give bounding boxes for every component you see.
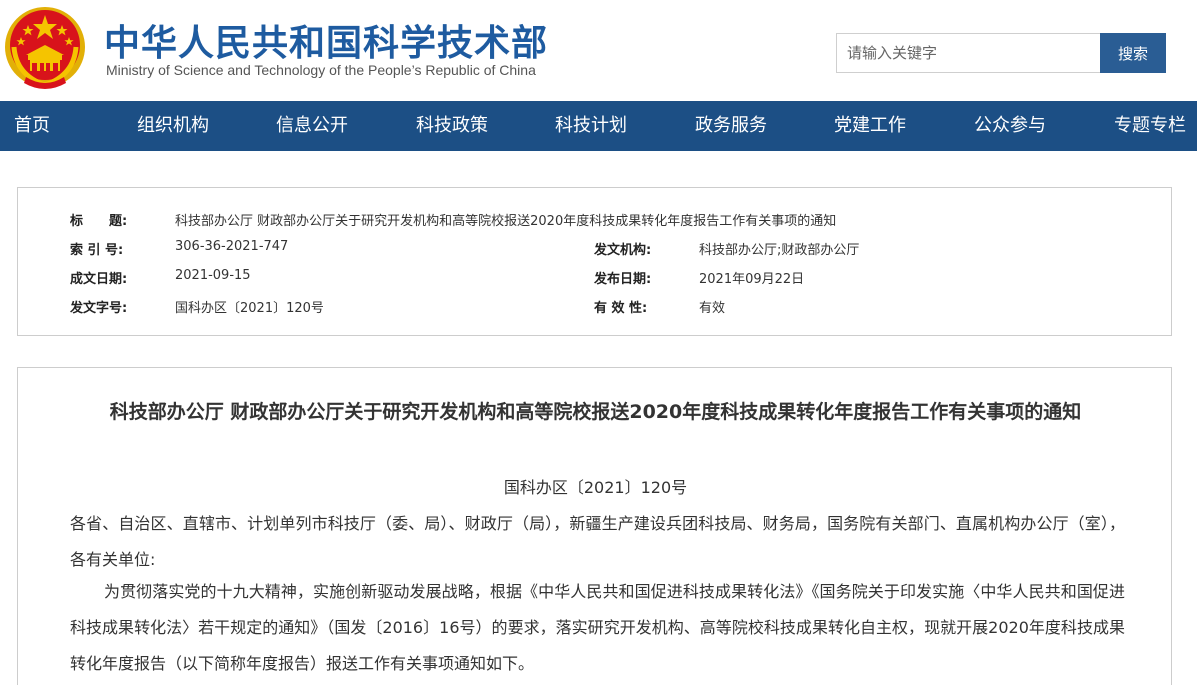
info-validity-value: 有效 <box>699 301 726 316</box>
info-title-value: 科技部办公厅 财政部办公厅关于研究开发机构和高等院校报送2020年度科技成果转化… <box>175 214 837 229</box>
article-addressee: 各省、自治区、直辖市、计划单列市科技厅（委、局）、财政厅（局），新疆生产建设兵团… <box>70 514 1125 569</box>
main-nav: 首页 组织机构 信息公开 科技政策 科技计划 政务服务 党建工作 公众参与 专题… <box>0 101 1197 151</box>
info-validity-label: 有 效 性: <box>594 301 648 316</box>
article-doc-number: 国科办区〔2021〕120号 <box>503 478 688 497</box>
document-info-box: 标 题: 科技部办公厅 财政部办公厅关于研究开发机构和高等院校报送2020年度科… <box>17 187 1172 336</box>
article-title: 科技部办公厅 财政部办公厅关于研究开发机构和高等院校报送2020年度科技成果转化… <box>109 401 1082 423</box>
nav-item-special-topics[interactable]: 专题专栏 <box>1114 101 1186 151</box>
info-publish-value: 2021年09月22日 <box>699 272 805 287</box>
info-issuer-label: 发文机构: <box>594 243 652 258</box>
info-index-value: 306-36-2021-747 <box>175 239 289 254</box>
site-title[interactable]: 中华人民共和国科学技术部 <box>104 14 548 66</box>
info-date-label: 成文日期: <box>70 272 128 287</box>
info-docno-value: 国科办区〔2021〕120号 <box>175 301 324 316</box>
article-container: 科技部办公厅 财政部办公厅关于研究开发机构和高等院校报送2020年度科技成果转化… <box>17 367 1172 685</box>
site-header: 中华人民共和国科学技术部 Ministry of Science and Tec… <box>0 0 1197 101</box>
nav-item-home[interactable]: 首页 <box>14 101 50 151</box>
nav-item-policy[interactable]: 科技政策 <box>416 101 488 151</box>
article-body-paragraph: 为贯彻落实党的十九大精神，实施创新驱动发展战略，根据《中华人民共和国促进科技成果… <box>70 582 1125 673</box>
nav-item-public-participation[interactable]: 公众参与 <box>974 101 1046 151</box>
info-index-label: 索 引 号: <box>70 243 124 258</box>
info-title-label: 标 题: <box>70 214 128 229</box>
nav-item-services[interactable]: 政务服务 <box>695 101 767 151</box>
site-subtitle: Ministry of Science and Technology of th… <box>106 62 536 78</box>
info-issuer-value: 科技部办公厅;财政部办公厅 <box>699 243 860 258</box>
info-date-value: 2021-09-15 <box>175 268 251 283</box>
nav-item-information[interactable]: 信息公开 <box>276 101 348 151</box>
search-button[interactable]: 搜索 <box>1100 33 1166 73</box>
nav-item-organization[interactable]: 组织机构 <box>137 101 209 151</box>
nav-item-plans[interactable]: 科技计划 <box>555 101 627 151</box>
national-emblem-icon[interactable] <box>4 3 86 91</box>
info-docno-label: 发文字号: <box>70 301 128 316</box>
info-publish-label: 发布日期: <box>594 272 652 287</box>
nav-item-party-building[interactable]: 党建工作 <box>834 101 906 151</box>
search-input[interactable] <box>836 33 1100 73</box>
